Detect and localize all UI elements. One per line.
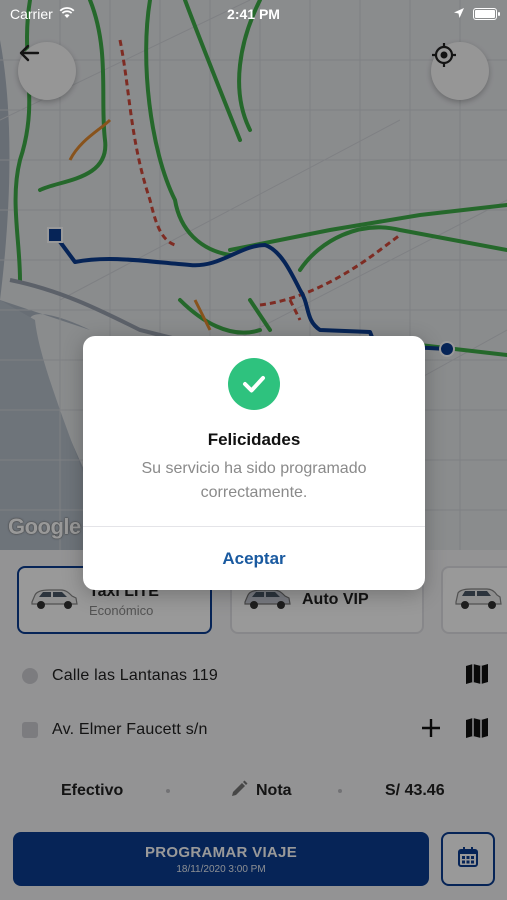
accept-button[interactable]: Aceptar — [83, 527, 425, 590]
check-circle-icon — [228, 358, 280, 410]
success-dialog: Felicidades Su servicio ha sido programa… — [83, 336, 425, 590]
location-arrow-icon — [453, 6, 465, 22]
status-bar: Carrier 2:41 PM — [0, 0, 507, 28]
status-time: 2:41 PM — [227, 6, 280, 22]
wifi-icon — [59, 6, 75, 22]
battery-icon — [473, 8, 500, 20]
dialog-title: Felicidades — [207, 430, 301, 449]
carrier-label: Carrier — [10, 6, 53, 22]
dialog-message: Su servicio ha sido programado correctam… — [141, 460, 367, 501]
